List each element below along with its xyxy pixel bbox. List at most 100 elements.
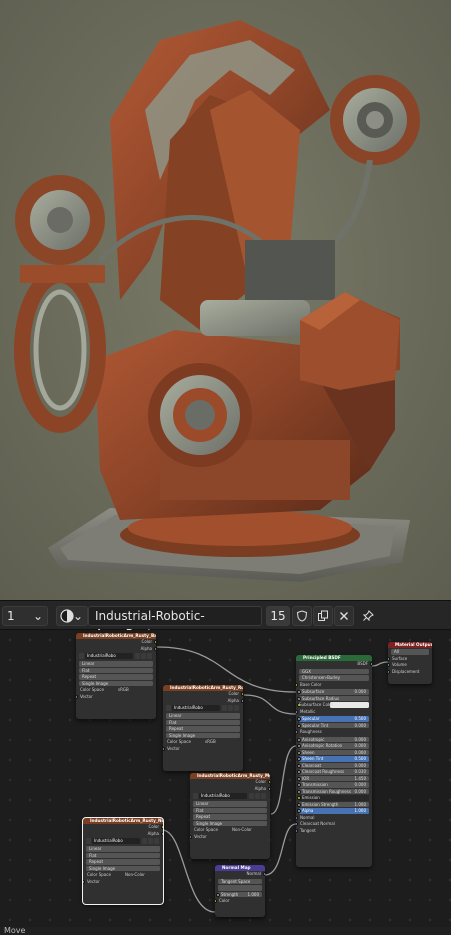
fake-user-button[interactable]	[292, 606, 312, 626]
source-select[interactable]: Single Image	[86, 865, 160, 871]
normal-map-node[interactable]: Normal Map Normal Tangent Space Strength…	[215, 865, 265, 917]
3d-viewport[interactable]	[0, 0, 451, 600]
close-icon[interactable]	[261, 793, 266, 799]
bsdf-input-alpha[interactable]: Alpha 1.000	[297, 808, 369, 814]
browse-material-button[interactable]: ⌄	[56, 606, 88, 626]
input-socket[interactable]	[297, 783, 301, 788]
interpolation-select[interactable]: Linear	[79, 661, 153, 667]
bsdf-input-sheen-tint[interactable]: Sheen Tint 0.500	[297, 756, 369, 762]
bsdf-input-roughness[interactable]: Roughness	[296, 729, 372, 736]
node-editor-canvas[interactable]: IndustrialRoboticArm_Rusty_BaseColor Col…	[0, 630, 451, 927]
source-select[interactable]: Single Image	[193, 820, 267, 826]
bsdf-input-transmission-roughness[interactable]: Transmission Roughness 0.000	[297, 788, 369, 794]
interpolation-select[interactable]: Linear	[166, 713, 240, 719]
target-select[interactable]: All	[391, 649, 429, 655]
extension-select[interactable]: Repeat	[79, 674, 153, 680]
fake-user-shield-icon[interactable]	[222, 705, 227, 711]
alpha-socket[interactable]	[241, 698, 243, 703]
color-socket[interactable]	[215, 899, 217, 904]
bsdf-input-sheen[interactable]: Sheen 0.000	[297, 749, 369, 755]
duplicate-material-button[interactable]	[313, 606, 333, 626]
bsdf-input-tangent[interactable]: Tangent	[296, 828, 372, 835]
duplicate-icon[interactable]	[141, 653, 146, 659]
color-socket[interactable]	[154, 640, 156, 645]
fake-user-shield-icon[interactable]	[249, 793, 254, 799]
user-count-button[interactable]: 15	[266, 606, 290, 626]
input-socket[interactable]	[297, 744, 301, 749]
input-socket[interactable]	[296, 709, 298, 714]
bsdf-input-anisotropic-rotation[interactable]: Anisotropic Rotation 0.000	[297, 743, 369, 749]
vector-socket[interactable]	[83, 879, 85, 884]
input-socket[interactable]	[297, 776, 301, 781]
input-socket[interactable]	[296, 815, 298, 820]
close-icon[interactable]	[147, 653, 152, 659]
bsdf-input-specular[interactable]: Specular 0.500	[297, 716, 369, 722]
input-socket[interactable]	[296, 682, 298, 687]
projection-select[interactable]: Flat	[166, 719, 240, 725]
image-datablock[interactable]: IndustrialRobo	[86, 838, 160, 845]
duplicate-icon[interactable]	[255, 793, 260, 799]
image-datablock[interactable]: IndustrialRobo	[79, 653, 153, 660]
close-icon[interactable]	[154, 838, 159, 844]
image-datablock[interactable]: IndustrialRobo	[193, 793, 267, 800]
image-texture-node-metallic[interactable]: IndustrialRoboticArm_Rusty_Metallic Colo…	[190, 773, 270, 859]
image-texture-node-roughness[interactable]: IndustrialRoboticArm_Rusty_Roughness Col…	[163, 685, 243, 771]
bsdf-input-subsurface-radius[interactable]: Subsurface Radius	[297, 695, 369, 701]
subsurface-method-select[interactable]: Christensen-Burley	[299, 675, 369, 681]
vector-socket[interactable]	[190, 834, 192, 839]
input-socket[interactable]	[297, 757, 301, 762]
strength-socket[interactable]	[216, 892, 220, 897]
bsdf-input-emission[interactable]: Emission	[297, 795, 369, 801]
input-socket[interactable]	[297, 802, 301, 807]
pin-button[interactable]	[358, 606, 378, 626]
input-socket[interactable]	[297, 750, 301, 755]
alpha-socket[interactable]	[268, 786, 270, 791]
surface-socket[interactable]	[388, 656, 390, 661]
distribution-select[interactable]: GGX	[299, 668, 369, 674]
material-name-field[interactable]: Industrial-Robotic-Arm_Rusty	[88, 606, 262, 641]
projection-select[interactable]: Flat	[79, 667, 153, 673]
bsdf-input-base-color[interactable]: Base Color	[296, 682, 372, 689]
input-socket[interactable]	[297, 723, 301, 728]
extension-select[interactable]: Repeat	[86, 859, 160, 865]
volume-socket[interactable]	[388, 663, 390, 668]
extension-select[interactable]: Repeat	[193, 814, 267, 820]
input-socket[interactable]	[297, 690, 301, 695]
color-socket[interactable]	[268, 780, 270, 785]
bsdf-input-specular-tint[interactable]: Specular Tint 0.000	[297, 722, 369, 728]
bsdf-input-transmission[interactable]: Transmission 0.000	[297, 782, 369, 788]
bsdf-input-subsurface[interactable]: Subsurface 0.000	[297, 689, 369, 695]
bsdf-socket[interactable]	[370, 662, 372, 667]
duplicate-icon[interactable]	[228, 705, 233, 711]
input-socket[interactable]	[297, 737, 301, 742]
principled-bsdf-node[interactable]: Principled BSDF BSDF GGX Christensen-Bur…	[296, 655, 372, 867]
input-socket[interactable]	[297, 717, 301, 722]
image-datablock[interactable]: IndustrialRobo	[166, 705, 240, 712]
input-socket[interactable]	[297, 770, 301, 775]
image-texture-node-normal[interactable]: IndustrialRoboticArm_Rusty_Normal Color …	[82, 817, 164, 905]
bsdf-input-ior[interactable]: IOR 1.450	[297, 775, 369, 781]
bsdf-input-metallic[interactable]: Metallic	[296, 709, 372, 716]
interpolation-select[interactable]: Linear	[193, 801, 267, 807]
vector-socket[interactable]	[163, 746, 165, 751]
fake-user-shield-icon[interactable]	[135, 653, 140, 659]
bsdf-input-anisotropic[interactable]: Anisotropic 0.000	[297, 736, 369, 742]
input-socket[interactable]	[297, 763, 301, 768]
input-socket[interactable]	[296, 828, 298, 833]
input-socket[interactable]	[297, 809, 301, 814]
uv-map-field[interactable]	[218, 885, 262, 891]
alpha-socket[interactable]	[161, 831, 163, 836]
space-select[interactable]: Tangent Space	[218, 878, 262, 884]
vector-socket[interactable]	[76, 694, 78, 699]
source-select[interactable]: Single Image	[166, 732, 240, 738]
alpha-socket[interactable]	[154, 646, 156, 651]
source-select[interactable]: Single Image	[79, 680, 153, 686]
input-socket[interactable]	[297, 696, 301, 701]
fake-user-shield-icon[interactable]	[142, 838, 147, 844]
bsdf-input-subsurface-color[interactable]: Subsurface Color	[297, 702, 369, 708]
projection-select[interactable]: Flat	[193, 807, 267, 813]
strength-field[interactable]: Strength 1.000	[216, 891, 262, 897]
bsdf-input-clearcoat-roughness[interactable]: Clearcoat Roughness 0.030	[297, 769, 369, 775]
input-socket[interactable]	[297, 796, 301, 801]
displacement-socket[interactable]	[388, 669, 390, 674]
